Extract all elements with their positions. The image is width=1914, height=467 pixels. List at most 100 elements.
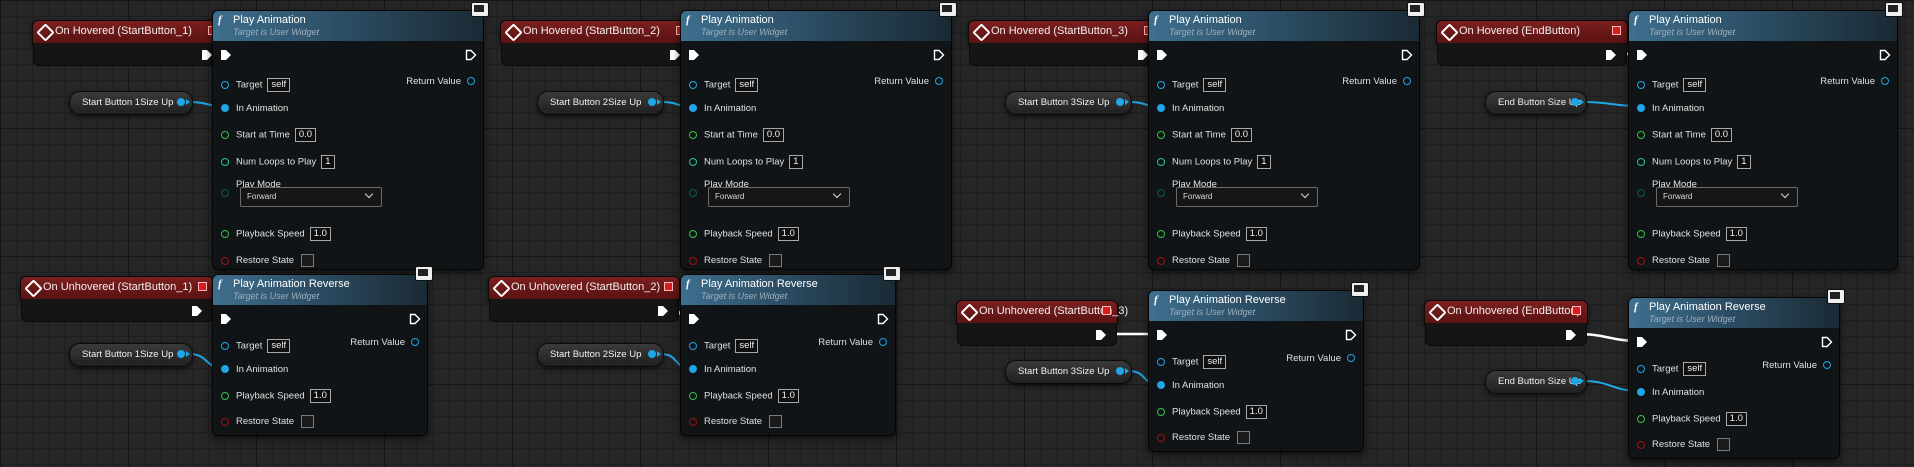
hover-event-node[interactable]: On Hovered (StartButton_2) (500, 20, 692, 66)
variable-getter[interactable]: Start Button 3Size Up (1005, 360, 1132, 384)
play-animation-node[interactable]: f Play Animation Target is User Widget Targ… (680, 2, 957, 270)
play-mode-select[interactable]: Forward (1656, 187, 1798, 207)
variable-getter[interactable]: Start Button 2Size Up (537, 91, 664, 115)
play-mode-select[interactable]: Forward (240, 187, 382, 207)
playback-speed-value[interactable]: 1.0 (309, 227, 331, 241)
target-value[interactable]: self (267, 78, 291, 92)
exec-out-pin[interactable] (1605, 49, 1617, 61)
restore-state-input-pin-icon[interactable] (1157, 256, 1165, 265)
play-mode-pin-icon[interactable] (1157, 189, 1165, 197)
playback-speed-value[interactable]: 1.0 (1245, 227, 1267, 241)
object-out-pin[interactable] (1571, 98, 1584, 106)
playback-speed-value[interactable]: 1.0 (777, 227, 799, 241)
target-input-pin-icon[interactable] (1637, 81, 1645, 89)
delegate-pin-icon[interactable] (664, 282, 673, 291)
num-loops-input-pin-icon[interactable] (221, 158, 229, 166)
target-value[interactable]: self (1683, 78, 1707, 92)
variable-getter[interactable]: End Button Size Up (1485, 91, 1587, 115)
restore-state-input-pin-icon[interactable] (221, 417, 229, 426)
num-loops-value[interactable]: 1 (1257, 155, 1271, 169)
restore-state-input-pin-icon[interactable] (689, 417, 697, 426)
in-animation-input-pin-icon[interactable] (689, 104, 697, 113)
object-out-pin[interactable] (177, 350, 190, 358)
target-value[interactable]: self (1683, 362, 1707, 376)
restore-state-input[interactable]: Restore State (1157, 431, 1251, 444)
in-animation-input[interactable]: In Animation (1157, 103, 1224, 114)
in-animation-input-pin-icon[interactable] (1637, 388, 1645, 397)
restore-state-input[interactable]: Restore State (1157, 254, 1251, 267)
in-animation-input-pin-icon[interactable] (689, 365, 697, 374)
in-animation-input[interactable]: In Animation (1157, 380, 1224, 391)
target-input-pin-icon[interactable] (221, 81, 229, 89)
start-at-time-input-pin-icon[interactable] (1637, 131, 1645, 139)
num-loops-value[interactable]: 1 (789, 155, 803, 169)
variable-getter[interactable]: End Button Size Up (1485, 370, 1587, 394)
exec-in-pin[interactable] (1156, 329, 1168, 341)
return-value-output[interactable]: Return Value (1286, 353, 1355, 364)
num-loops-input-pin-icon[interactable] (689, 158, 697, 166)
exec-out-pin[interactable] (933, 49, 945, 61)
play-mode-pin-icon[interactable] (221, 189, 229, 197)
unhover-event-node[interactable]: On Unhovered (EndButton) (1424, 300, 1588, 346)
exec-out-pin[interactable] (657, 305, 669, 317)
play-mode-select[interactable]: Forward (708, 187, 850, 207)
return-value-pin-icon[interactable] (1823, 361, 1831, 370)
in-animation-input[interactable]: In Animation (689, 364, 756, 375)
target-input[interactable]: Target self (1157, 78, 1227, 92)
object-out-pin[interactable] (648, 98, 661, 106)
target-value[interactable]: self (1203, 355, 1227, 369)
exec-out-pin[interactable] (1879, 49, 1891, 61)
return-value-pin-icon[interactable] (411, 338, 419, 347)
restore-state-checkbox[interactable] (301, 415, 315, 428)
in-animation-input[interactable]: In Animation (689, 103, 756, 114)
delegate-pin-icon[interactable] (1572, 306, 1581, 315)
num-loops-input[interactable]: Num Loops to Play 1 (1157, 155, 1271, 169)
play-animation-reverse-node[interactable]: f Play Animation Reverse Target is User Wi… (1148, 282, 1369, 452)
blueprint-graph[interactable]: On Hovered (StartButton_1) f Play Animatio… (0, 0, 1914, 467)
in-animation-input[interactable]: In Animation (1637, 103, 1704, 114)
in-animation-input[interactable]: In Animation (1637, 387, 1704, 398)
unhover-event-node[interactable]: On Unhovered (StartButton_1) (20, 276, 214, 322)
playback-speed-input-pin-icon[interactable] (1157, 408, 1165, 416)
restore-state-checkbox[interactable] (1237, 254, 1251, 267)
restore-state-checkbox[interactable] (769, 415, 783, 428)
exec-in-pin[interactable] (1156, 49, 1168, 61)
exec-out-pin[interactable] (1821, 336, 1833, 348)
target-input-pin-icon[interactable] (1157, 81, 1165, 89)
restore-state-checkbox[interactable] (1717, 254, 1731, 267)
exec-in-pin[interactable] (688, 313, 700, 325)
start-time-value[interactable]: 0.0 (1230, 128, 1253, 142)
playback-speed-input-pin-icon[interactable] (1157, 230, 1165, 238)
restore-state-input-pin-icon[interactable] (1157, 433, 1165, 442)
return-value-output[interactable]: Return Value (406, 76, 475, 87)
exec-out-pin[interactable] (1401, 49, 1413, 61)
in-animation-input-pin-icon[interactable] (221, 365, 229, 374)
num-loops-input[interactable]: Num Loops to Play 1 (221, 155, 335, 169)
restore-state-input[interactable]: Restore State (689, 254, 783, 267)
return-value-output[interactable]: Return Value (818, 337, 887, 348)
playback-speed-input-pin-icon[interactable] (1637, 230, 1645, 238)
target-input-pin-icon[interactable] (221, 342, 229, 350)
play-animation-node[interactable]: f Play Animation Target is User Widget Targ… (1148, 2, 1425, 270)
restore-state-checkbox[interactable] (1237, 431, 1251, 444)
variable-getter[interactable]: Start Button 3Size Up (1005, 91, 1132, 115)
start-at-time-input-pin-icon[interactable] (221, 131, 229, 139)
playback-speed-value[interactable]: 1.0 (777, 389, 799, 403)
in-animation-input[interactable]: In Animation (221, 364, 288, 375)
target-input[interactable]: Target self (1637, 78, 1707, 92)
delegate-pin-icon[interactable] (1102, 306, 1111, 315)
return-value-pin-icon[interactable] (1403, 77, 1411, 86)
restore-state-input-pin-icon[interactable] (221, 256, 229, 265)
return-value-pin-icon[interactable] (879, 338, 887, 347)
return-value-output[interactable]: Return Value (350, 337, 419, 348)
play-animation-node[interactable]: f Play Animation Target is User Widget Targ… (1628, 2, 1903, 270)
object-out-pin[interactable] (1571, 377, 1584, 385)
return-value-output[interactable]: Return Value (1762, 360, 1831, 371)
return-value-output[interactable]: Return Value (874, 76, 943, 87)
num-loops-input-pin-icon[interactable] (1157, 158, 1165, 166)
target-input[interactable]: Target self (221, 339, 291, 353)
target-input-pin-icon[interactable] (1637, 365, 1645, 373)
return-value-pin-icon[interactable] (935, 77, 943, 86)
start-at-time-input-pin-icon[interactable] (1157, 131, 1165, 139)
restore-state-checkbox[interactable] (1717, 438, 1731, 451)
